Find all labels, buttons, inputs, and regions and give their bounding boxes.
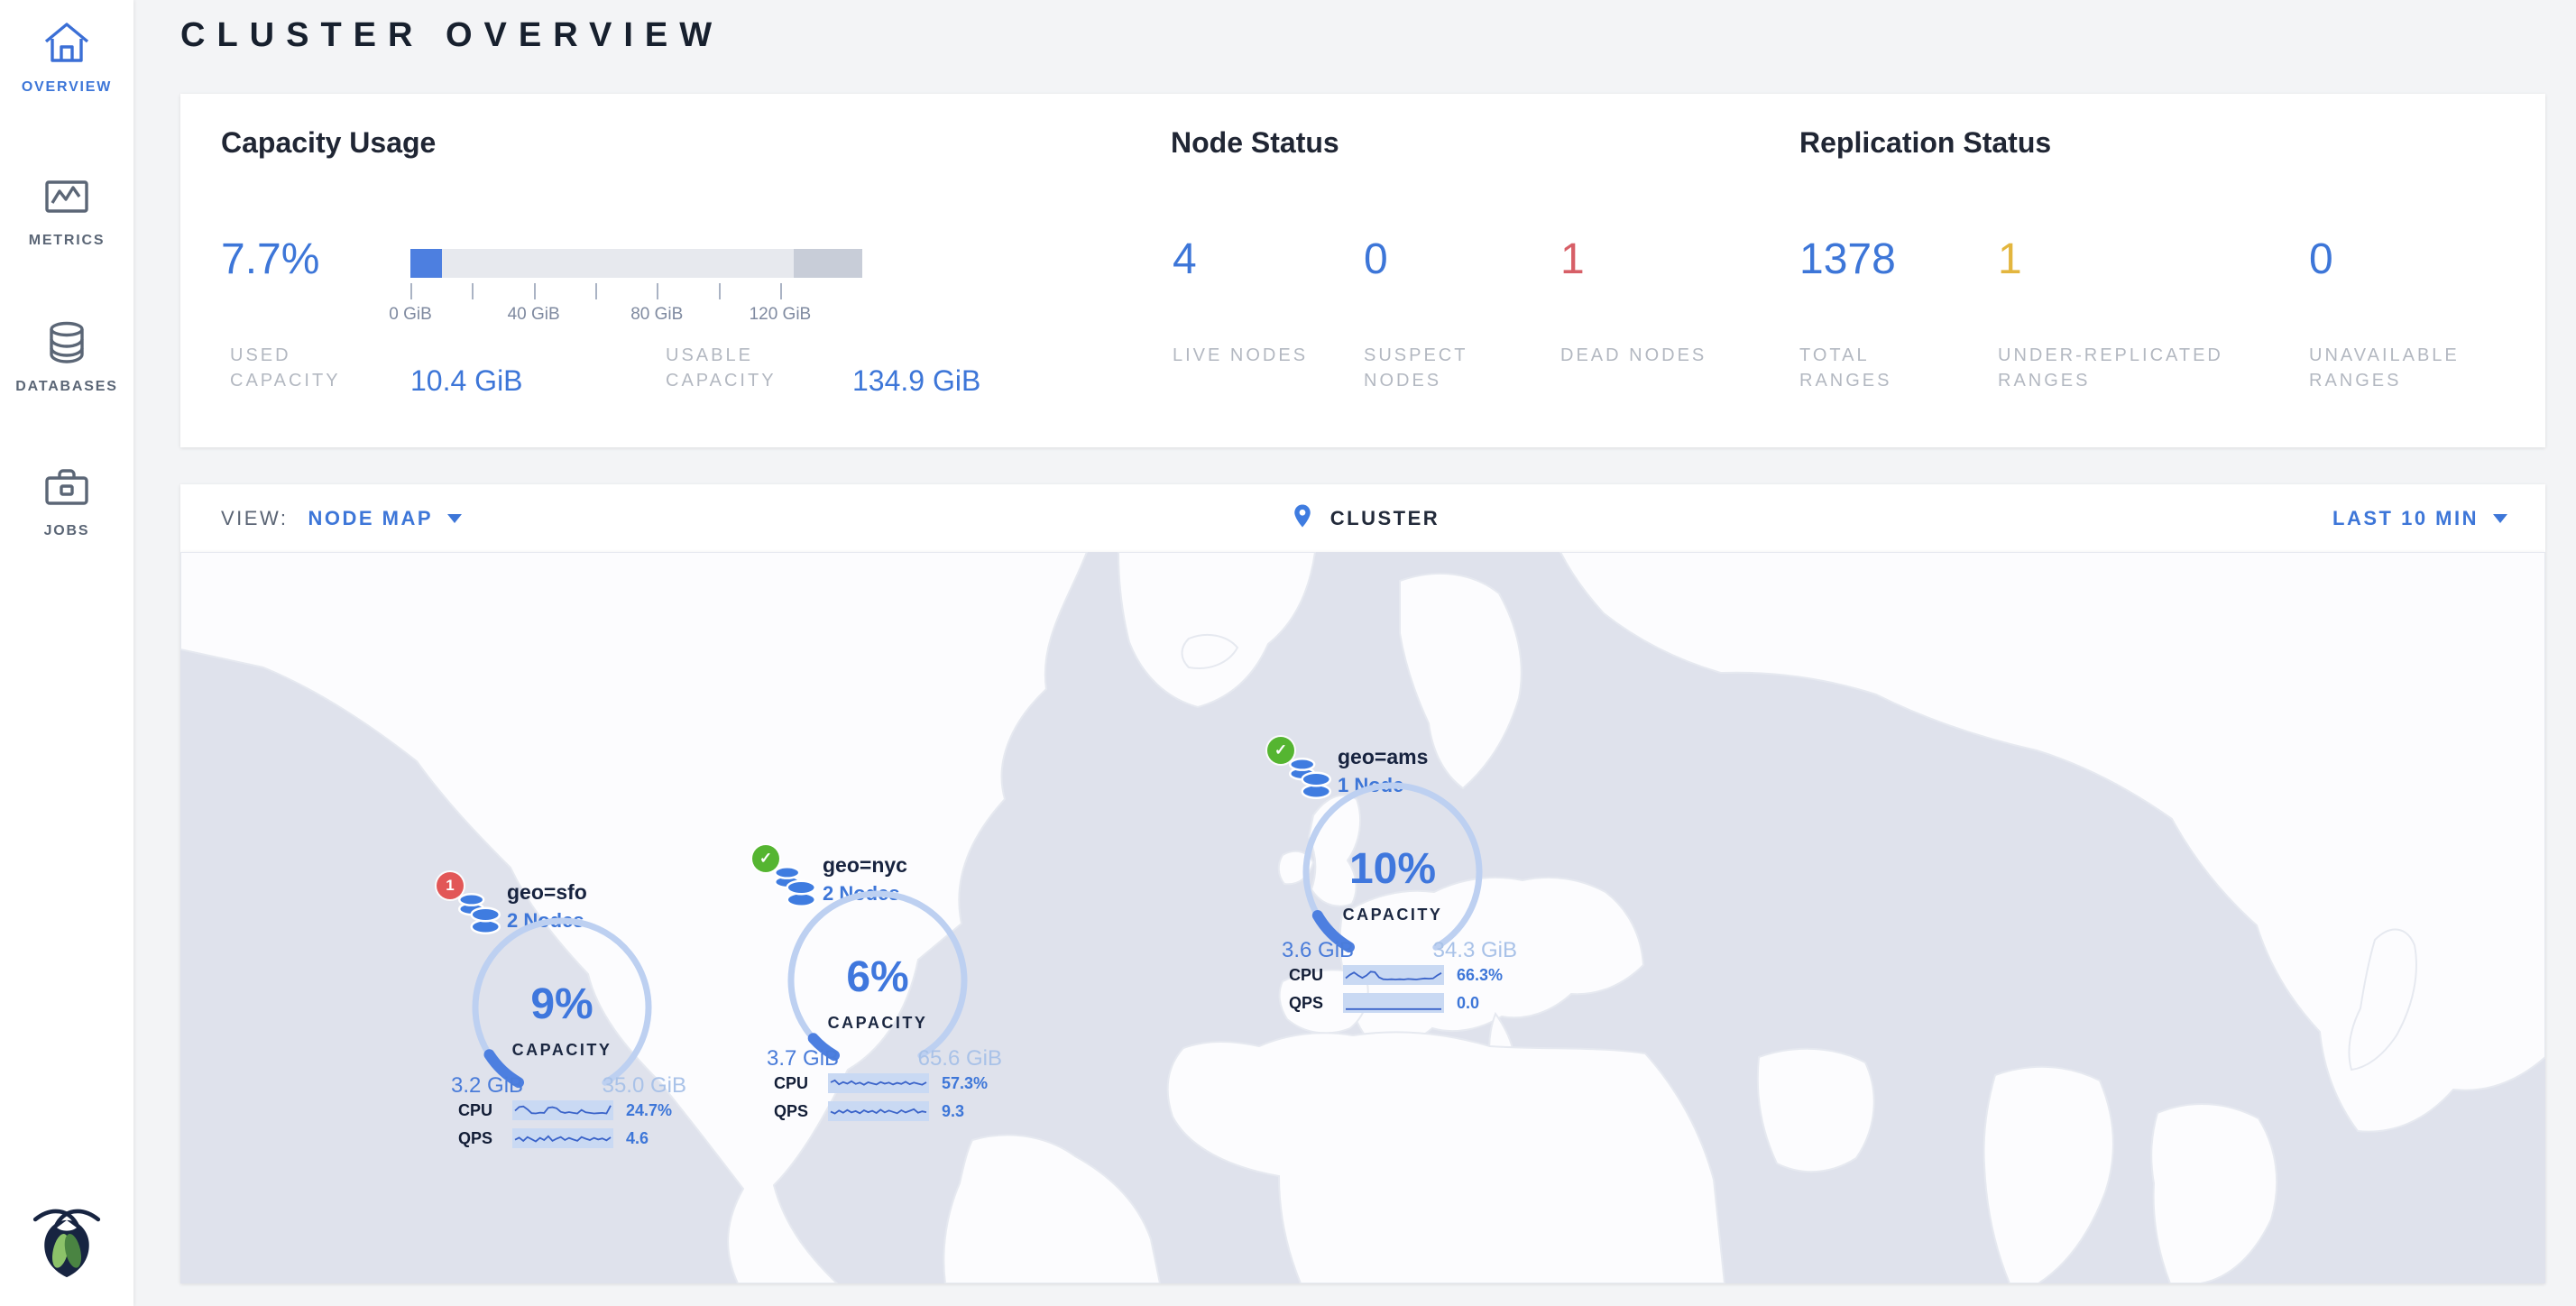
locality-capacity-percent: 10%	[1297, 844, 1488, 894]
capacity-label: CAPACITY	[466, 1041, 658, 1060]
time-range-value: LAST 10 MIN	[2332, 507, 2479, 530]
cpu-value: 24.7%	[626, 1101, 672, 1120]
status-badge: ✓	[1267, 737, 1294, 764]
capacity-label: CAPACITY	[782, 1014, 973, 1033]
capacity-bar-ticklabels: 0 GiB40 GiB80 GiB120 GiB	[410, 305, 862, 326]
sidebar-item-metrics[interactable]: METRICS	[0, 171, 133, 249]
suspect-nodes-label: SUSPECT NODES	[1364, 343, 1535, 393]
locality-marker-sfo[interactable]: 1 geo=sfo 2 Nodes 9% CAPACITY 3.2 GiB 35…	[433, 864, 690, 1162]
cpu-label: CPU	[458, 1101, 507, 1120]
home-icon	[0, 18, 133, 69]
locality-usable: 65.6 GiB	[888, 1046, 1002, 1071]
total-ranges-label: TOTAL RANGES	[1799, 343, 1953, 393]
under-replicated-ranges-value: 1	[1998, 235, 2022, 284]
chevron-down-icon	[2493, 514, 2507, 523]
locality-used: 3.6 GiB	[1282, 938, 1354, 963]
qps-label: QPS	[774, 1102, 823, 1121]
capacity-bar-fill	[410, 249, 442, 278]
status-badge: ✓	[752, 845, 779, 872]
cpu-label: CPU	[1289, 966, 1338, 985]
briefcase-icon	[0, 462, 133, 512]
sidebar-item-label: DATABASES	[0, 379, 133, 395]
view-selector-dropdown[interactable]: NODE MAP	[308, 507, 462, 530]
live-nodes-value: 4	[1173, 235, 1197, 284]
node-status-title: Node Status	[1171, 126, 1339, 160]
dead-nodes-value: 1	[1560, 235, 1585, 284]
qps-value: 0.0	[1457, 994, 1479, 1013]
locality-marker-ams[interactable]: ✓ geo=ams 1 Node 10% CAPACITY 3.6 GiB 34…	[1264, 729, 1521, 1026]
locality-name: geo=nyc	[823, 853, 907, 878]
capacity-label: CAPACITY	[1297, 906, 1488, 924]
usable-capacity-label: USABLE CAPACITY	[666, 343, 846, 393]
view-label: VIEW:	[221, 507, 288, 530]
locality-capacity-percent: 9%	[466, 980, 658, 1029]
qps-value: 9.3	[942, 1102, 964, 1121]
nodes-icon	[453, 888, 505, 940]
sidebar-item-overview[interactable]: OVERVIEW	[0, 18, 133, 96]
time-range-dropdown[interactable]: LAST 10 MIN	[2332, 507, 2507, 530]
cpu-value: 66.3%	[1457, 966, 1503, 985]
sidebar-item-label: OVERVIEW	[0, 79, 133, 96]
qps-label: QPS	[458, 1129, 507, 1148]
sidebar: OVERVIEW METRICS DATABASES	[0, 0, 133, 1306]
sidebar-item-label: METRICS	[0, 233, 133, 249]
cpu-sparkline	[1343, 965, 1444, 985]
cpu-value: 57.3%	[942, 1074, 988, 1093]
locality-used: 3.7 GiB	[767, 1046, 839, 1071]
chevron-down-icon	[447, 514, 462, 523]
used-capacity-value: 10.4 GiB	[410, 364, 523, 398]
suspect-nodes-value: 0	[1364, 235, 1388, 284]
replication-status-title: Replication Status	[1799, 126, 2051, 160]
qps-label: QPS	[1289, 994, 1338, 1013]
live-nodes-label: LIVE NODES	[1173, 343, 1326, 368]
cpu-sparkline	[512, 1100, 613, 1120]
nodes-icon	[1283, 752, 1336, 805]
used-capacity-label: USED CAPACITY	[230, 343, 401, 393]
locality-capacity-percent: 6%	[782, 952, 973, 1002]
cpu-sparkline	[828, 1073, 929, 1093]
nodes-icon	[768, 860, 821, 913]
locality-usable: 34.3 GiB	[1403, 938, 1517, 963]
status-badge: 1	[437, 872, 464, 899]
map-toolbar: VIEW: NODE MAP CLUSTER LAST 10 MIN	[180, 484, 2545, 552]
under-replicated-ranges-label: UNDER-REPLICATED RANGES	[1998, 343, 2286, 393]
cluster-overview-page: OVERVIEW METRICS DATABASES	[0, 0, 2576, 1306]
capacity-bar-ticks	[410, 283, 862, 301]
view-selector-value: NODE MAP	[308, 507, 433, 530]
dead-nodes-label: DEAD NODES	[1560, 343, 1714, 368]
capacity-bar	[410, 249, 862, 278]
cluster-summary-card: Capacity Usage 7.7% 0 GiB40 GiB80 GiB120…	[180, 94, 2545, 447]
locality-name: geo=sfo	[507, 880, 587, 905]
locality-name: geo=ams	[1338, 745, 1428, 769]
sidebar-item-label: JOBS	[0, 523, 133, 539]
cockroachdb-logo[interactable]	[0, 1200, 133, 1283]
sidebar-item-databases[interactable]: DATABASES	[0, 317, 133, 395]
qps-sparkline	[512, 1128, 613, 1148]
qps-sparkline	[828, 1101, 929, 1121]
capacity-percent: 7.7%	[221, 235, 319, 284]
breadcrumb-cluster[interactable]: CLUSTER	[1330, 507, 1440, 530]
cpu-label: CPU	[774, 1074, 823, 1093]
total-ranges-value: 1378	[1799, 235, 1896, 284]
unavailable-ranges-value: 0	[2309, 235, 2333, 284]
graph-icon	[0, 171, 133, 222]
page-title: CLUSTER OVERVIEW	[180, 16, 723, 55]
capacity-usage-title: Capacity Usage	[221, 126, 436, 160]
usable-capacity-value: 134.9 GiB	[852, 364, 980, 398]
qps-value: 4.6	[626, 1129, 649, 1148]
qps-sparkline	[1343, 993, 1444, 1013]
sidebar-item-jobs[interactable]: JOBS	[0, 462, 133, 539]
database-icon	[0, 317, 133, 368]
unavailable-ranges-label: UNAVAILABLE RANGES	[2309, 343, 2544, 393]
locality-used: 3.2 GiB	[451, 1073, 523, 1099]
locality-marker-nyc[interactable]: ✓ geo=nyc 2 Nodes 6% CAPACITY 3.7 GiB 65…	[749, 837, 1006, 1135]
node-map: 1 geo=sfo 2 Nodes 9% CAPACITY 3.2 GiB 35…	[180, 552, 2545, 1283]
locality-usable: 35.0 GiB	[573, 1073, 686, 1099]
location-pin-icon	[1289, 502, 1316, 534]
capacity-bar-reserved	[794, 249, 862, 278]
